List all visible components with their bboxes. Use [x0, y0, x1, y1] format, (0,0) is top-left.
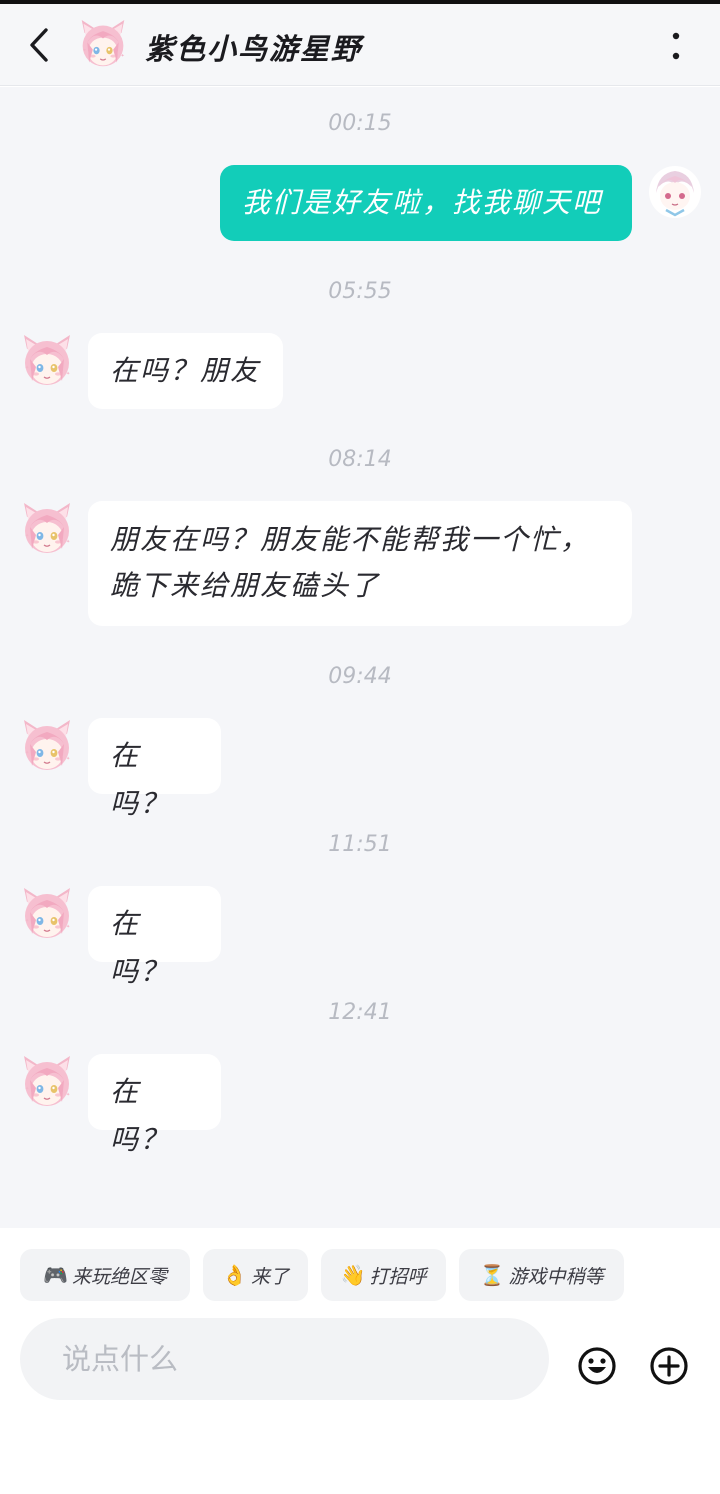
- message-timestamp: 05:55: [328, 279, 392, 304]
- plus-circle-icon: [650, 1347, 688, 1385]
- more-options-button[interactable]: [658, 26, 694, 66]
- message-list[interactable]: 00:15 我们是好友啦，找我聊天吧 05:55 在吗？朋友 08:14 朋友在…: [0, 87, 720, 1228]
- message-timestamp: 11:51: [328, 832, 392, 857]
- message-text: 在吗？朋友: [110, 354, 261, 387]
- message-text: 在吗？: [110, 907, 171, 988]
- emoji-button[interactable]: [577, 1346, 617, 1386]
- quick-reply-chip[interactable]: 👌 来了: [203, 1249, 308, 1301]
- back-button[interactable]: [22, 22, 62, 68]
- message-text: 我们是好友啦，找我聊天吧: [242, 186, 603, 219]
- friend-avatar[interactable]: [20, 333, 74, 391]
- quick-reply-label: 打招呼: [369, 1265, 427, 1288]
- message-text-line: 跪下来给朋友磕头了: [110, 569, 381, 602]
- message-text-line: 朋友在吗？朋友能不能帮我一个忙，: [110, 523, 591, 556]
- gamepad-icon: 🎮: [43, 1263, 68, 1287]
- message-input[interactable]: [20, 1318, 549, 1400]
- friend-avatar[interactable]: [20, 1054, 74, 1112]
- message-timestamp: 08:14: [328, 447, 392, 472]
- received-message-bubble[interactable]: 朋友在吗？朋友能不能帮我一个忙， 跪下来给朋友磕头了: [88, 501, 632, 626]
- more-vertical-icon: [672, 32, 680, 60]
- sent-message-bubble[interactable]: 我们是好友啦，找我聊天吧: [220, 165, 632, 241]
- quick-reply-chip[interactable]: 👋 打招呼: [321, 1249, 446, 1301]
- received-message-bubble[interactable]: 在吗？朋友: [88, 333, 283, 409]
- hourglass-icon: ⏳: [479, 1263, 505, 1287]
- friend-avatar[interactable]: [20, 886, 74, 944]
- received-message-bubble[interactable]: 在吗？: [88, 886, 221, 988]
- quick-reply-label: 来了: [250, 1265, 289, 1288]
- message-text: 在吗？: [110, 1075, 171, 1156]
- message-text: 在吗？: [110, 739, 171, 820]
- friend-avatar[interactable]: [20, 501, 74, 559]
- message-timestamp: 12:41: [328, 1000, 392, 1025]
- my-avatar[interactable]: [648, 163, 702, 221]
- quick-reply-label: 来玩绝区零: [71, 1265, 167, 1288]
- add-attachment-button[interactable]: [649, 1346, 689, 1386]
- emoji-smile-icon: [578, 1347, 616, 1385]
- quick-reply-label: 游戏中稍等: [508, 1265, 604, 1288]
- message-input-wrapper: [20, 1318, 549, 1400]
- contact-name: 紫色小鸟游星野: [145, 32, 363, 66]
- chevron-left-icon: [30, 28, 48, 62]
- ok-hand-icon: 👌: [222, 1263, 247, 1287]
- friend-avatar[interactable]: [20, 718, 74, 776]
- quick-reply-chip[interactable]: ⏳ 游戏中稍等: [459, 1249, 624, 1301]
- waving-hand-icon: 👋: [340, 1263, 366, 1287]
- contact-avatar[interactable]: [78, 18, 128, 72]
- message-timestamp: 09:44: [328, 664, 392, 689]
- received-message-bubble[interactable]: 在吗？: [88, 1054, 221, 1156]
- quick-reply-chip[interactable]: 🎮 来玩绝区零: [20, 1249, 190, 1301]
- message-timestamp: 00:15: [328, 111, 392, 136]
- chat-header: 紫色小鸟游星野: [0, 4, 720, 86]
- received-message-bubble[interactable]: 在吗？: [88, 718, 221, 820]
- composer-panel: 🎮 来玩绝区零 👌 来了 👋 打招呼 ⏳ 游戏中稍等: [0, 1228, 720, 1494]
